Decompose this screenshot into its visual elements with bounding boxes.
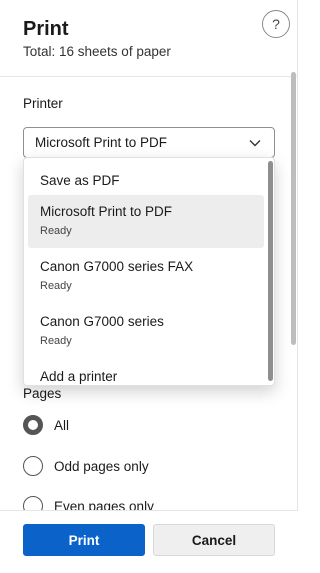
- printer-option-label: Add a printer: [40, 368, 118, 384]
- pages-option-label: All: [54, 417, 70, 433]
- pages-option-odd[interactable]: Odd pages only: [23, 456, 149, 476]
- printer-select[interactable]: Microsoft Print to PDF: [23, 127, 275, 158]
- printer-option-status: Ready: [40, 335, 72, 347]
- printer-option-microsoft-print-to-pdf[interactable]: Microsoft Print to PDF Ready: [28, 195, 264, 248]
- sheet-count: Total: 16 sheets of paper: [23, 44, 171, 59]
- printer-option-canon-g7000-fax[interactable]: Canon G7000 series FAX Ready: [28, 250, 264, 303]
- printer-option-label: Save as PDF: [40, 172, 120, 188]
- printer-option-label: Canon G7000 series FAX: [40, 259, 194, 274]
- chevron-down-icon: [249, 140, 261, 147]
- pages-option-label: Odd pages only: [54, 458, 149, 474]
- printer-option-save-as-pdf[interactable]: Save as PDF: [28, 164, 264, 196]
- printer-option-status: Ready: [40, 280, 72, 292]
- print-button[interactable]: Print: [23, 524, 145, 556]
- printer-dropdown-list: Save as PDF Microsoft Print to PDF Ready…: [23, 157, 275, 386]
- pages-option-all[interactable]: All: [23, 415, 69, 435]
- radio-unchecked-icon[interactable]: [23, 456, 43, 476]
- printer-option-status: Ready: [40, 225, 72, 237]
- help-icon: ?: [272, 16, 280, 32]
- printer-label: Printer: [23, 96, 63, 111]
- dialog-title: Print: [23, 18, 69, 40]
- printer-option-label: Canon G7000 series: [40, 314, 164, 329]
- dialog-footer: Print Cancel: [0, 510, 298, 573]
- printer-select-value: Microsoft Print to PDF: [35, 135, 168, 150]
- dropdown-scrollbar[interactable]: [268, 161, 273, 381]
- cancel-button[interactable]: Cancel: [153, 524, 275, 556]
- printer-option-label: Microsoft Print to PDF: [40, 204, 173, 219]
- header-divider: [0, 76, 298, 77]
- printer-option-add-printer[interactable]: Add a printer: [28, 360, 264, 385]
- settings-scrollbar[interactable]: [291, 72, 296, 345]
- pages-label: Pages: [23, 386, 62, 401]
- help-button[interactable]: ?: [262, 10, 290, 38]
- print-dialog: Print Total: 16 sheets of paper ? Printe…: [0, 0, 298, 573]
- printer-option-canon-g7000[interactable]: Canon G7000 series Ready: [28, 305, 264, 358]
- radio-checked-icon[interactable]: [23, 415, 43, 435]
